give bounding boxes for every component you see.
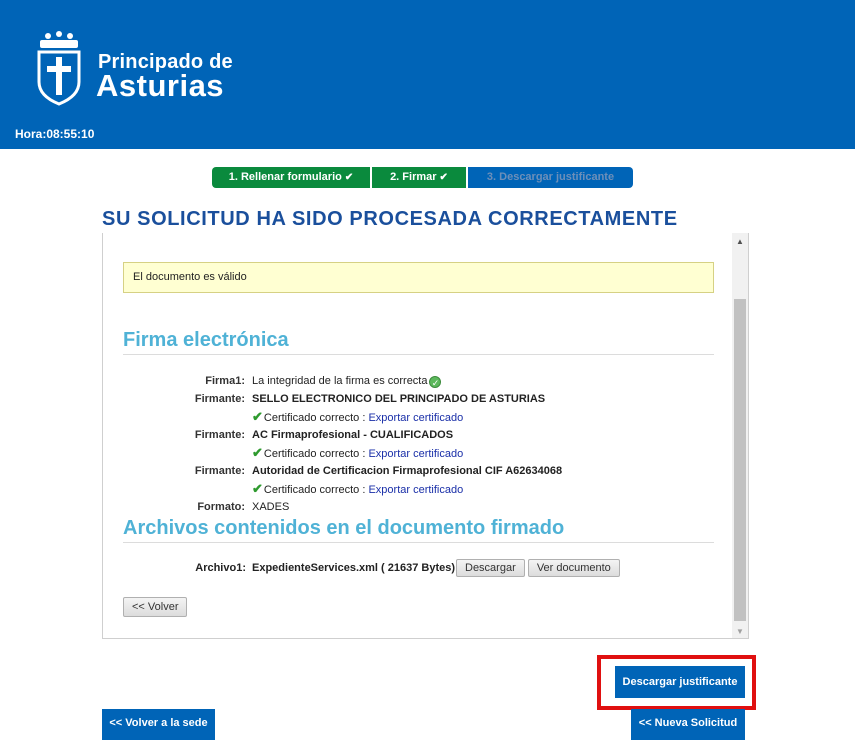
step-firmar: 2. Firmar ✔ — [372, 167, 468, 188]
cert-row: ✔Certificado correcto : Exportar certifi… — [103, 481, 723, 497]
export-cert-link[interactable]: Exportar certificado — [368, 448, 463, 460]
export-cert-link[interactable]: Exportar certificado — [368, 484, 463, 496]
checkmark-icon: ✔ — [252, 409, 263, 424]
firmante-name: Autoridad de Certificacion Firmaprofesio… — [252, 465, 563, 477]
archivos-heading: Archivos contenidos en el documento firm… — [123, 517, 714, 543]
cert-status: ✔Certificado correcto : Exportar certifi… — [252, 445, 464, 460]
firma1-row: Firma1: La integridad de la firma es cor… — [103, 373, 723, 389]
cert-status: ✔Certificado correcto : Exportar certifi… — [252, 409, 464, 424]
checkmark-icon: ✔ — [252, 481, 263, 496]
scroll-up-arrow-icon[interactable]: ▲ — [732, 237, 748, 246]
formato-value: XADES — [252, 501, 290, 513]
firma1-value: La integridad de la firma es correcta ✓ — [252, 373, 442, 389]
validity-notice: El documento es válido — [123, 262, 714, 293]
firmante-name: AC Firmaprofesional - CUALIFICADOS — [252, 429, 454, 441]
archivo-label: Archivo1: — [195, 562, 246, 574]
new-request-button[interactable]: << Nueva Solicitud — [631, 709, 745, 740]
site-header: Principado de Asturias Hora:08:55:10 — [0, 0, 855, 149]
checkmark-icon: ✔ — [344, 172, 354, 183]
scroll-down-arrow-icon[interactable]: ▼ — [732, 627, 748, 636]
step-descargar-justificante: 3. Descargar justificante — [468, 167, 633, 188]
clock-time: Hora:08:55:10 — [15, 127, 95, 141]
formato-row: Formato: XADES — [103, 499, 723, 515]
back-to-site-button[interactable]: << Volver a la sede — [102, 709, 215, 740]
cert-status: ✔Certificado correcto : Exportar certifi… — [252, 481, 464, 496]
download-receipt-button[interactable]: Descargar justificante — [615, 666, 745, 698]
firmante-label: Firmante: — [194, 465, 245, 477]
archivo-buttons: Descargar Ver documento — [456, 559, 620, 578]
firmante-label: Firmante: — [194, 393, 245, 405]
cert-row: ✔Certificado correcto : Exportar certifi… — [103, 409, 723, 425]
back-button[interactable]: << Volver — [123, 597, 188, 617]
firmante-name: SELLO ELECTRONICO DEL PRINCIPADO DE ASTU… — [252, 393, 546, 405]
formato-label: Formato: — [197, 501, 245, 513]
page-title: SU SOLICITUD HA SIDO PROCESADA CORRECTAM… — [102, 208, 678, 230]
export-cert-link[interactable]: Exportar certificado — [368, 412, 463, 424]
step-rellenar-formulario: 1. Rellenar formulario ✔ — [212, 167, 372, 188]
checkmark-icon: ✔ — [252, 445, 263, 460]
download-file-button[interactable]: Descargar — [456, 559, 525, 578]
firmante-row: Firmante: SELLO ELECTRONICO DEL PRINCIPA… — [103, 391, 723, 407]
check-circle-icon: ✓ — [429, 376, 442, 388]
firma-heading: Firma electrónica — [123, 329, 714, 355]
archivo-filename: ExpedienteServices.xml ( 21637 Bytes) — [252, 562, 456, 574]
cert-row: ✔Certificado correcto : Exportar certifi… — [103, 445, 723, 461]
firmante-row: Firmante: Autoridad de Certificacion Fir… — [103, 463, 723, 479]
progress-steps: 1. Rellenar formulario ✔ 2. Firmar ✔ 3. De… — [212, 167, 633, 188]
result-frame: ▲ ▼ El documento es válido Firma electró… — [102, 233, 749, 639]
archivo-row: Archivo1: ExpedienteServices.xml ( 21637… — [103, 559, 743, 578]
asturias-shield-icon — [37, 31, 81, 106]
vertical-scrollbar[interactable]: ▲ ▼ — [732, 233, 748, 638]
firma1-label: Firma1: — [205, 375, 245, 387]
view-document-button[interactable]: Ver documento — [527, 559, 620, 578]
firmante-label: Firmante: — [194, 429, 245, 441]
checkmark-icon: ✔ — [439, 172, 448, 183]
firmante-row: Firmante: AC Firmaprofesional - CUALIFIC… — [103, 427, 723, 443]
logo-text-asturias: Asturias — [96, 68, 225, 103]
